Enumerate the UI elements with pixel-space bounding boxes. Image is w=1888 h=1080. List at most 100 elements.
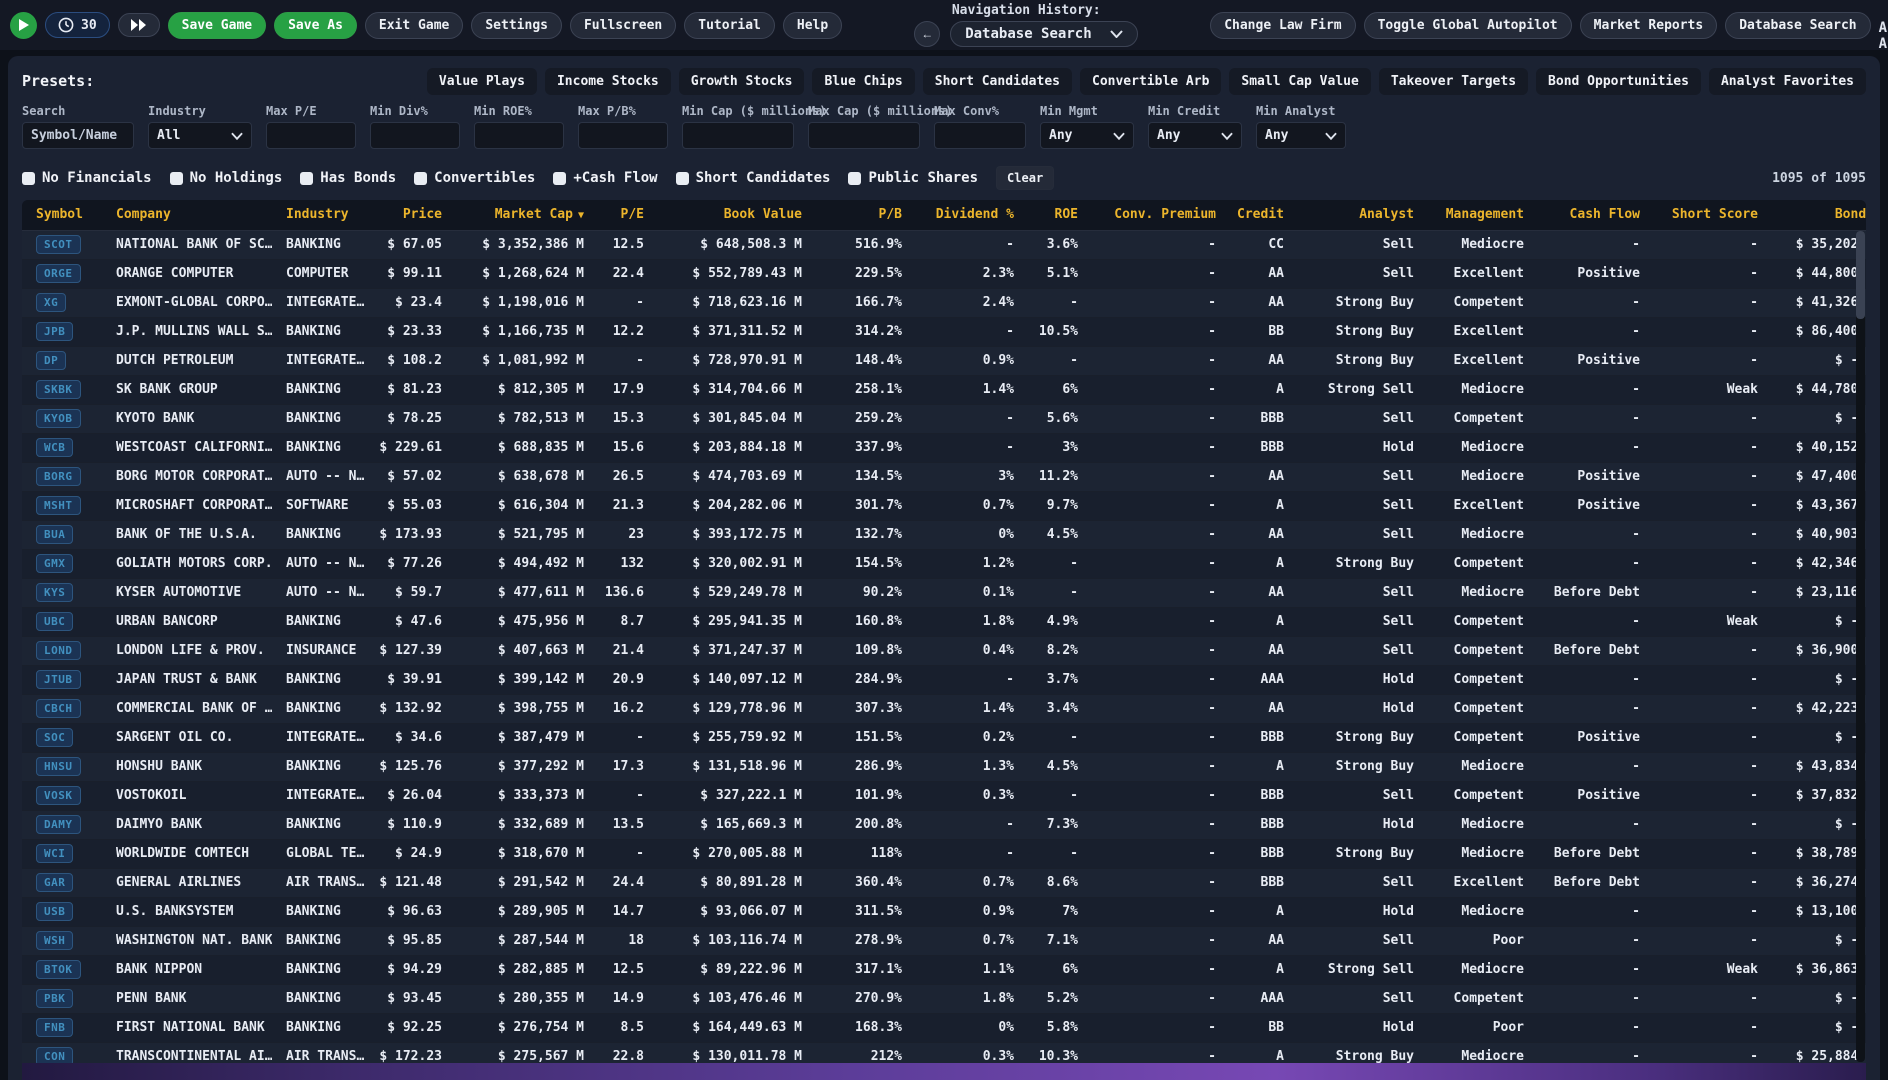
toolbar-button-toggle-global-autopilot[interactable]: Toggle Global Autopilot [1364,12,1572,39]
symbol-badge[interactable]: UBC [36,612,73,631]
max_pb-input[interactable] [578,122,668,149]
column-header-roe[interactable]: ROE [1026,200,1090,230]
min_mgmt-select[interactable]: Any [1040,122,1134,149]
checkbox-box[interactable] [676,172,689,185]
toolbar-button-fullscreen[interactable]: Fullscreen [570,12,676,39]
toolbar-button-exit-game[interactable]: Exit Game [365,12,463,39]
nav-history-dropdown[interactable]: Database Search [950,21,1138,47]
table-row[interactable]: ORGEORANGE COMPUTERCOMPUTER$ 99.11$ 1,26… [22,259,1866,288]
toolbar-button-market-reports[interactable]: Market Reports [1580,12,1718,39]
column-header-market_cap[interactable]: Market Cap▼ [454,200,596,230]
preset-value-plays[interactable]: Value Plays [427,68,537,95]
table-row[interactable]: JPBJ.P. MULLINS WALL S…BANKING$ 23.33$ 1… [22,317,1866,346]
checkbox-box[interactable] [848,172,861,185]
symbol-badge[interactable]: SKBK [36,380,81,399]
column-header-price[interactable]: Price [370,200,454,230]
nav-back-button[interactable]: ← [914,21,940,47]
column-header-dividend_pct[interactable]: Dividend % [914,200,1026,230]
toolbar-button-save-as[interactable]: Save As [274,12,357,39]
column-header-management[interactable]: Management [1426,200,1536,230]
preset-short-candidates[interactable]: Short Candidates [923,68,1072,95]
column-header-short_score[interactable]: Short Score [1652,200,1770,230]
toolbar-button-change-law-firm[interactable]: Change Law Firm [1210,12,1355,39]
symbol-badge[interactable]: USB [36,902,73,921]
min_cap-input[interactable] [682,122,794,149]
symbol-badge[interactable]: JPB [36,322,73,341]
column-header-cash_flow[interactable]: Cash Flow [1536,200,1652,230]
checkbox-public-shares[interactable]: Public Shares [848,170,978,186]
table-row[interactable]: GMXGOLIATH MOTORS CORP.AUTO -- N…$ 77.26… [22,549,1866,578]
checkbox-box[interactable] [300,172,313,185]
column-header-book_value[interactable]: Book Value [656,200,814,230]
max_conv-input[interactable] [934,122,1026,149]
checkbox-convertibles[interactable]: Convertibles [414,170,535,186]
symbol-badge[interactable]: JTUB [36,670,81,689]
checkbox--cash-flow[interactable]: +Cash Flow [553,170,657,186]
symbol-badge[interactable]: PBK [36,989,73,1008]
table-row[interactable]: MSHTMICROSHAFT CORPORAT…SOFTWARE$ 55.03$… [22,491,1866,520]
symbol-badge[interactable]: LOND [36,641,81,660]
checkbox-short-candidates[interactable]: Short Candidates [676,170,831,186]
symbol-badge[interactable]: GMX [36,554,73,573]
table-row[interactable]: KYSKYSER AUTOMOTIVEAUTO -- N…$ 59.7$ 477… [22,578,1866,607]
column-header-industry[interactable]: Industry [272,200,370,230]
table-row[interactable]: SKBKSK BANK GROUPBANKING$ 81.23$ 812,305… [22,375,1866,404]
table-row[interactable]: WSHWASHINGTON NAT. BANKBANKING$ 95.85$ 2… [22,926,1866,955]
table-row[interactable]: BTOKBANK NIPPONBANKING$ 94.29$ 282,885 M… [22,955,1866,984]
checkbox-box[interactable] [553,172,566,185]
toolbar-button-help[interactable]: Help [783,12,842,39]
toolbar-button-database-search[interactable]: Database Search [1725,12,1870,39]
table-row[interactable]: DPDUTCH PETROLEUMINTEGRATE…$ 108.2$ 1,08… [22,346,1866,375]
symbol-badge[interactable]: SCOT [36,235,81,254]
fast-forward-button[interactable] [118,13,160,37]
table-row[interactable]: JTUBJAPAN TRUST & BANKBANKING$ 39.91$ 39… [22,665,1866,694]
checkbox-box[interactable] [170,172,183,185]
checkbox-box[interactable] [22,172,35,185]
table-row[interactable]: FNBFIRST NATIONAL BANKBANKING$ 92.25$ 27… [22,1013,1866,1042]
symbol-badge[interactable]: BORG [36,467,81,486]
min_credit-select[interactable]: Any [1148,122,1242,149]
max_cap-input[interactable] [808,122,920,149]
table-row[interactable]: BUABANK OF THE U.S.A.BANKING$ 173.93$ 52… [22,520,1866,549]
symbol-badge[interactable]: BUA [36,525,73,544]
table-row[interactable]: VOSKVOSTOKOILINTEGRATE…$ 26.04$ 333,373 … [22,781,1866,810]
search-input[interactable] [22,122,134,149]
preset-analyst-favorites[interactable]: Analyst Favorites [1709,68,1866,95]
preset-growth-stocks[interactable]: Growth Stocks [679,68,805,95]
symbol-badge[interactable]: VOSK [36,786,81,805]
checkbox-no-financials[interactable]: No Financials [22,170,152,186]
table-row[interactable]: KYOBKYOTO BANKBANKING$ 78.25$ 782,513 M1… [22,404,1866,433]
max_pe-input[interactable] [266,122,356,149]
symbol-badge[interactable]: WCB [36,438,73,457]
preset-convertible-arb[interactable]: Convertible Arb [1080,68,1221,95]
min_roe-input[interactable] [474,122,564,149]
column-header-symbol[interactable]: Symbol [22,200,102,230]
clear-filters-button[interactable]: Clear [996,166,1054,190]
table-row[interactable]: UBCURBAN BANCORPBANKING$ 47.6$ 475,956 M… [22,607,1866,636]
table-row[interactable]: DAMYDAIMYO BANKBANKING$ 110.9$ 332,689 M… [22,810,1866,839]
symbol-badge[interactable]: HNSU [36,757,81,776]
symbol-badge[interactable]: XG [36,293,66,312]
table-row[interactable]: HNSUHONSHU BANKBANKING$ 125.76$ 377,292 … [22,752,1866,781]
table-row[interactable]: WCIWORLDWIDE COMTECHGLOBAL TE…$ 24.9$ 31… [22,839,1866,868]
column-header-bonds[interactable]: Bonds [1770,200,1866,230]
table-row[interactable]: PBKPENN BANKBANKING$ 93.45$ 280,355 M14.… [22,984,1866,1013]
min_analyst-select[interactable]: Any [1256,122,1346,149]
preset-bond-opportunities[interactable]: Bond Opportunities [1536,68,1701,95]
table-row[interactable]: XGEXMONT-GLOBAL CORPO…INTEGRATE…$ 23.4$ … [22,288,1866,317]
checkbox-no-holdings[interactable]: No Holdings [170,170,283,186]
symbol-badge[interactable]: DAMY [36,815,81,834]
vertical-scrollbar[interactable] [1856,231,1865,1062]
industry-select[interactable]: All [148,122,252,149]
table-row[interactable]: WCBWESTCOAST CALIFORNI…BANKING$ 229.61$ … [22,433,1866,462]
table-row[interactable]: LONDLONDON LIFE & PROV.INSURANCE$ 127.39… [22,636,1866,665]
column-header-analyst[interactable]: Analyst [1296,200,1426,230]
toolbar-button-settings[interactable]: Settings [471,12,562,39]
column-header-credit[interactable]: Credit [1228,200,1296,230]
table-row[interactable]: SCOTNATIONAL BANK OF SC…BANKING$ 67.05$ … [22,230,1866,259]
symbol-badge[interactable]: CBCH [36,699,81,718]
scrollbar-thumb[interactable] [1856,231,1865,319]
table-row[interactable]: BORGBORG MOTOR CORPORAT…AUTO -- N…$ 57.0… [22,462,1866,491]
preset-blue-chips[interactable]: Blue Chips [812,68,914,95]
symbol-badge[interactable]: DP [36,351,66,370]
